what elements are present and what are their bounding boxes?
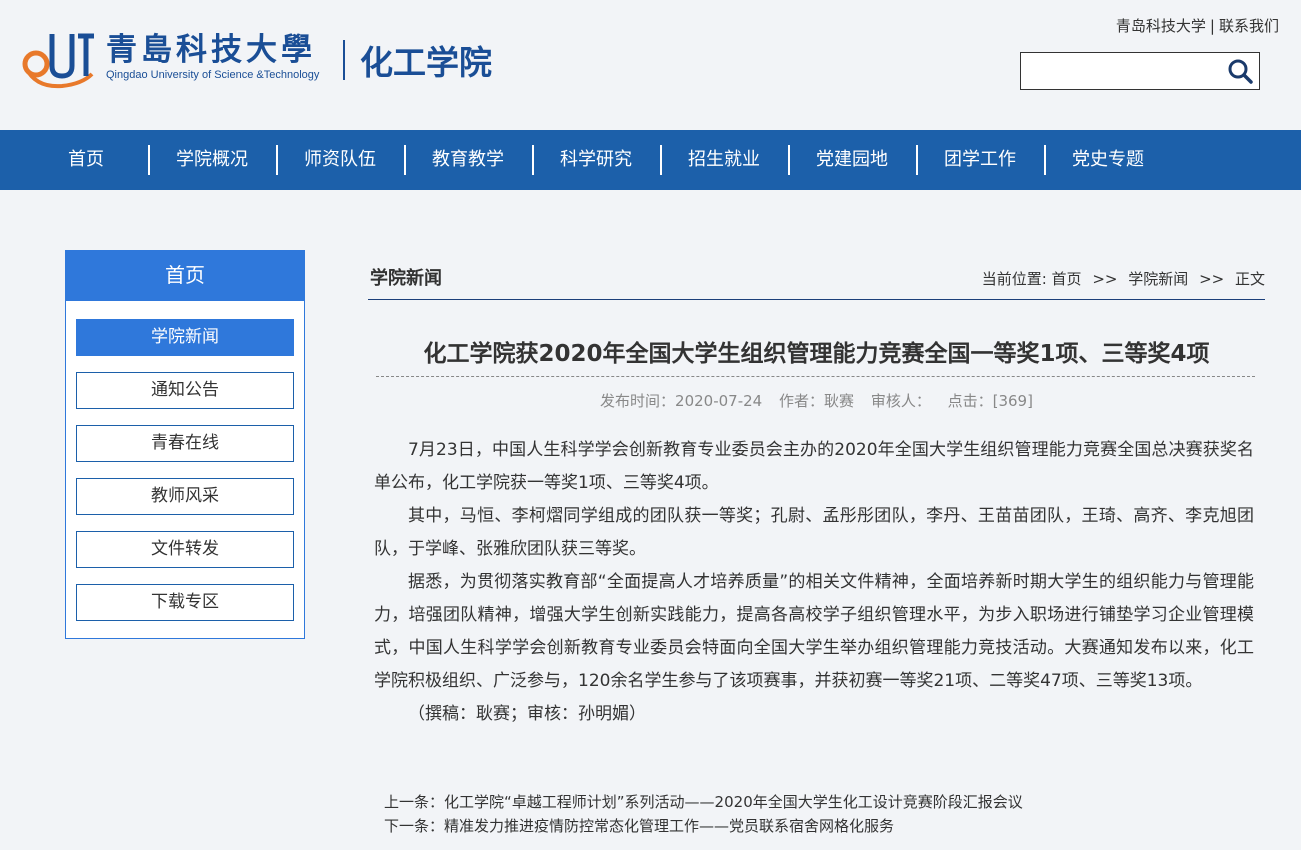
prev-article-link[interactable]: 化工学院“卓越工程师计划”系列活动——2020年全国大学生化工设计竞赛阶段汇报会… xyxy=(444,793,1023,811)
sidebar-item-downloads[interactable]: 下载专区 xyxy=(76,584,294,621)
nav-item-home[interactable]: 首页 xyxy=(48,130,124,190)
nav-item-admission[interactable]: 招生就业 xyxy=(674,130,774,190)
link-contact[interactable]: 联系我们 xyxy=(1219,17,1279,35)
nav-item-faculty[interactable]: 师资队伍 xyxy=(290,130,390,190)
article-author: 作者：耿赛 xyxy=(779,392,855,410)
search-box xyxy=(1020,52,1260,90)
sidebar-item-college-news[interactable]: 学院新闻 xyxy=(76,319,294,356)
nav-separator xyxy=(788,145,790,175)
logo-chinese-name: 青島科技大學 xyxy=(106,32,316,68)
qust-logo-mark xyxy=(22,33,94,89)
article-reviewer: 审核人： xyxy=(870,392,931,410)
link-university[interactable]: 青岛科技大学 xyxy=(1116,17,1206,35)
article-paragraph: 7月23日，中国人生科学学会创新教育专业委员会主办的2020年全国大学生组织管理… xyxy=(374,440,1254,493)
article-paragraph: 据悉，为贯彻落实教育部“全面提高人才培养质量”的相关文件精神，全面培养新时期大学… xyxy=(374,572,1254,691)
publish-date: 发布时间：2020-07-24 xyxy=(600,392,763,410)
article-paragraph: （撰稿：耿赛；审核：孙明媚） xyxy=(408,704,646,724)
nav-separator xyxy=(1044,145,1046,175)
nav-item-overview[interactable]: 学院概况 xyxy=(162,130,262,190)
breadcrumb-home[interactable]: 首页 xyxy=(1052,270,1082,288)
link-separator: | xyxy=(1209,17,1215,35)
search-button[interactable] xyxy=(1221,53,1259,89)
section-header: 学院新闻 当前位置: 首页 >> 学院新闻 >> 正文 xyxy=(368,250,1265,300)
click-count: 点击：[369] xyxy=(947,392,1033,410)
breadcrumb-news[interactable]: 学院新闻 xyxy=(1128,270,1188,288)
search-input[interactable] xyxy=(1021,53,1221,89)
prev-article: 上一条：化工学院“卓越工程师计划”系列活动——2020年全国大学生化工设计竞赛阶… xyxy=(384,790,1023,814)
sidebar: 首页 学院新闻 通知公告 青春在线 教师风采 文件转发 下载专区 xyxy=(65,250,305,639)
logo-english-name: Qingdao University of Science &Technolog… xyxy=(106,69,320,81)
sidebar-item-documents[interactable]: 文件转发 xyxy=(76,531,294,568)
main-nav: 首页 学院概况 师资队伍 教育教学 科学研究 招生就业 党建园地 团学工作 党史… xyxy=(0,130,1301,190)
nav-item-party-history[interactable]: 党史专题 xyxy=(1058,130,1158,190)
breadcrumb-current: 正文 xyxy=(1234,270,1265,288)
breadcrumb-prefix: 当前位置: xyxy=(981,270,1047,288)
next-article-link[interactable]: 精准发力推进疫情防控常态化管理工作——党员联系宿舍网格化服务 xyxy=(444,817,894,835)
prev-label: 上一条： xyxy=(384,793,445,811)
article-paragraph: 其中，马恒、李柯熠同学组成的团队获一等奖；孔尉、孟彤彤团队，李丹、王苗苗团队，王… xyxy=(374,506,1254,559)
nav-separator xyxy=(148,145,150,175)
title-divider xyxy=(376,376,1255,377)
college-name: 化工学院 xyxy=(360,43,492,82)
logo-divider xyxy=(343,40,345,80)
sidebar-item-teacher-profiles[interactable]: 教师风采 xyxy=(76,478,294,515)
article-body: 7月23日，中国人生科学学会创新教育专业委员会主办的2020年全国大学生组织管理… xyxy=(374,434,1254,731)
article-meta: 发布时间：2020-07-24 作者：耿赛 审核人： 点击：[369] xyxy=(368,390,1265,411)
nav-separator xyxy=(660,145,662,175)
article-title: 化工学院获2020年全国大学生组织管理能力竞赛全国一等奖1项、三等奖4项 xyxy=(423,341,1210,367)
site-header: 青島科技大學 Qingdao University of Science &Te… xyxy=(0,0,1301,130)
prev-next-links: 上一条：化工学院“卓越工程师计划”系列活动——2020年全国大学生化工设计竞赛阶… xyxy=(384,790,1023,838)
top-links: 青岛科技大学 | 联系我们 xyxy=(1116,15,1279,36)
next-article: 下一条：精准发力推进疫情防控常态化管理工作——党员联系宿舍网格化服务 xyxy=(384,814,1023,838)
nav-item-student-work[interactable]: 团学工作 xyxy=(930,130,1030,190)
sidebar-title[interactable]: 首页 xyxy=(65,250,305,301)
breadcrumb: 当前位置: 首页 >> 学院新闻 >> 正文 xyxy=(982,268,1265,289)
nav-item-research[interactable]: 科学研究 xyxy=(546,130,646,190)
breadcrumb-separator: >> xyxy=(1199,270,1225,288)
section-title: 学院新闻 xyxy=(370,268,442,289)
nav-item-education[interactable]: 教育教学 xyxy=(418,130,518,190)
nav-separator xyxy=(532,145,534,175)
sidebar-item-youth-online[interactable]: 青春在线 xyxy=(76,425,294,462)
next-label: 下一条： xyxy=(384,817,445,835)
sidebar-item-notices[interactable]: 通知公告 xyxy=(76,372,294,409)
nav-separator xyxy=(276,145,278,175)
nav-item-party[interactable]: 党建园地 xyxy=(802,130,902,190)
main-content: 学院新闻 当前位置: 首页 >> 学院新闻 >> 正文 化工学院获2020年全国… xyxy=(368,250,1265,850)
breadcrumb-separator: >> xyxy=(1092,270,1118,288)
university-logo[interactable]: 青島科技大學 Qingdao University of Science &Te… xyxy=(22,20,342,90)
nav-separator xyxy=(916,145,918,175)
search-icon xyxy=(1228,59,1253,84)
nav-separator xyxy=(404,145,406,175)
